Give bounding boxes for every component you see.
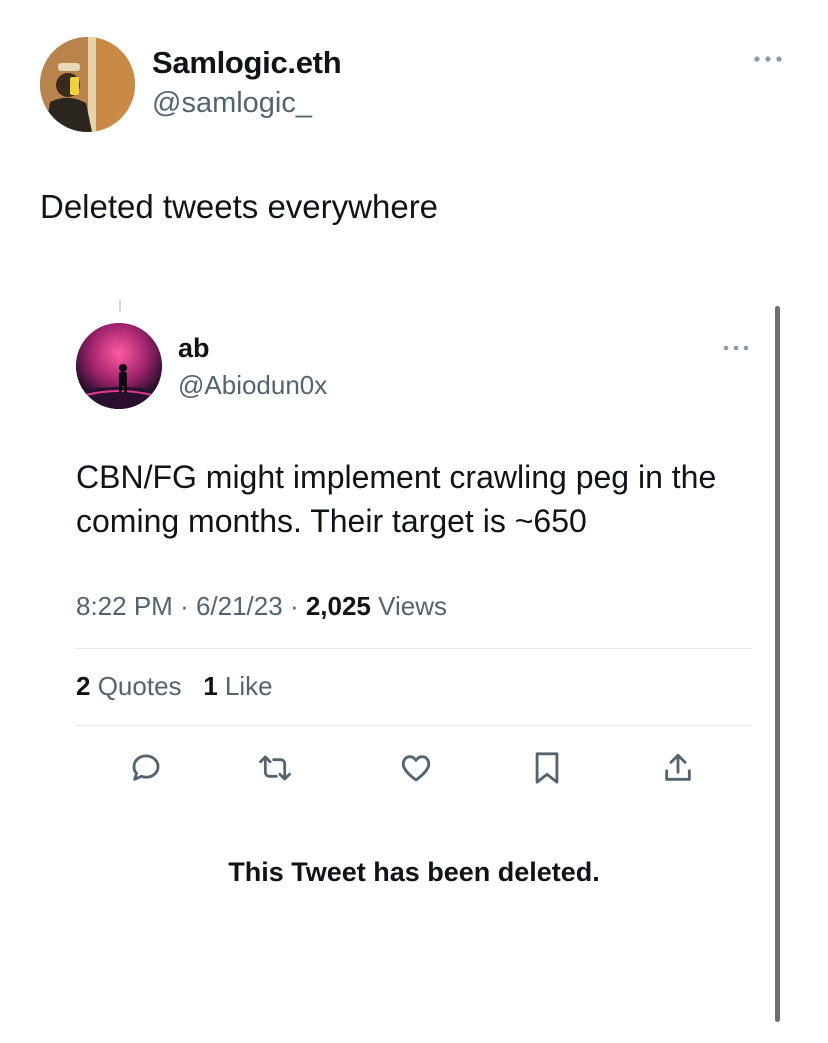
like-icon[interactable]: [396, 748, 436, 788]
outer-tweet-text: Deleted tweets everywhere: [40, 188, 439, 225]
outer-avatar[interactable]: [40, 37, 135, 132]
likes-label: Like: [224, 671, 273, 701]
inner-avatar-image: [76, 323, 162, 409]
outer-display-name[interactable]: Samlogic.eth: [152, 45, 342, 81]
quotes-stat[interactable]: 2 Quotes: [76, 671, 189, 701]
meta-separator: ·: [180, 591, 196, 621]
tweet-stats: 2 Quotes 1 Like: [76, 671, 273, 702]
thread-connector: [119, 300, 121, 312]
divider: [76, 648, 752, 649]
deleted-tweet-notice: This Tweet has been deleted.: [228, 857, 600, 887]
quotes-count: 2: [76, 671, 91, 701]
meta-separator: ·: [289, 591, 306, 621]
likes-stat[interactable]: 1 Like: [203, 671, 272, 701]
inner-more-icon[interactable]: [722, 340, 750, 358]
tweet-meta: 8:22 PM · 6/21/23 · 2,025 Views: [76, 591, 447, 622]
reply-icon[interactable]: [126, 748, 166, 788]
tweet-time[interactable]: 8:22 PM: [76, 591, 173, 621]
bookmark-icon[interactable]: [527, 748, 567, 788]
quotes-label: Quotes: [97, 671, 182, 701]
views-label: Views: [378, 591, 448, 621]
tweet-date[interactable]: 6/21/23: [196, 591, 283, 621]
views-count: 2,025: [305, 591, 371, 621]
outer-handle[interactable]: @samlogic_: [152, 87, 312, 120]
inner-tweet-text: CBN/FG might implement crawling peg in t…: [76, 459, 717, 539]
retweet-icon[interactable]: [255, 748, 295, 788]
outer-avatar-image: [40, 37, 135, 132]
likes-count: 1: [203, 671, 218, 701]
share-icon[interactable]: [658, 748, 698, 788]
divider: [76, 725, 752, 726]
scrollbar[interactable]: [775, 306, 780, 1022]
inner-handle[interactable]: @Abiodun0x: [178, 370, 327, 401]
inner-display-name[interactable]: ab: [178, 333, 210, 364]
outer-more-icon[interactable]: [752, 52, 784, 70]
inner-avatar[interactable]: [76, 323, 162, 409]
